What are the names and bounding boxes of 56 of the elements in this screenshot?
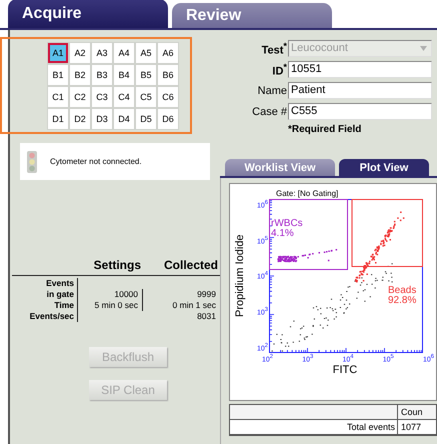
input-field[interactable]: 10551 (288, 61, 432, 78)
field-label: Test$^{*}$ (260, 40, 288, 56)
table-cell: 5 min 0 sec (78, 300, 143, 311)
well-button[interactable]: C4 (114, 86, 134, 106)
table-cell-text: 0 min 1 sec (172, 300, 217, 311)
well-button[interactable]: A6 (158, 42, 178, 62)
well-button[interactable]: B6 (158, 64, 178, 84)
field-label: ID$^{*}$ (271, 62, 288, 78)
well-button[interactable]: C2 (70, 86, 90, 106)
well-button[interactable]: A4 (114, 42, 134, 62)
well-button[interactable]: B4 (114, 64, 134, 84)
tab[interactable]: Acquire (8, 0, 168, 28)
well-button[interactable]: D5 (136, 108, 156, 128)
well-button[interactable]: D6 (158, 108, 178, 128)
status-message: Cytometer not connected. (50, 157, 142, 166)
well-button[interactable]: C1 (48, 86, 68, 106)
field-label: Name (256, 84, 288, 96)
tab[interactable]: Plot View (339, 159, 429, 176)
required-note: *Required Field (287, 124, 362, 135)
row-label: Time (10, 300, 78, 311)
row-label: Events in gate (10, 278, 78, 300)
well-button[interactable]: C5 (136, 86, 156, 106)
tab[interactable]: Review (172, 3, 332, 28)
traffic-light-icon (26, 150, 38, 172)
well-button[interactable]: B2 (70, 64, 90, 84)
well-button[interactable]: C3 (92, 86, 112, 106)
well-button[interactable]: D2 (70, 108, 90, 128)
well-button[interactable]: B3 (92, 64, 112, 84)
column-header: Collected (162, 258, 219, 272)
row-label: Events/sec (10, 311, 78, 322)
input-field[interactable]: Patient (288, 82, 432, 99)
gate-title: Gate: [No Gating] (275, 189, 340, 198)
well-button[interactable]: B1 (48, 64, 68, 84)
well-button[interactable]: D4 (114, 108, 134, 128)
column-header: Coun (400, 406, 424, 419)
well-button[interactable]: B5 (136, 64, 156, 84)
table-cell-text: 1077 (400, 421, 422, 434)
axis-title: FITC (332, 364, 358, 376)
column-header: Settings (92, 258, 142, 272)
well-button[interactable]: A5 (136, 42, 156, 62)
table-cell: 10000 (78, 289, 143, 300)
well-button[interactable]: A3 (92, 42, 112, 62)
gate-label: Beads 92.8% (388, 286, 416, 306)
field-label: Case # (251, 106, 288, 118)
dropdown-arrow-icon (420, 46, 427, 51)
well-button[interactable]: D3 (92, 108, 112, 128)
well-button[interactable]: A1 (48, 42, 68, 62)
axis-title: Propidium Iodide (234, 234, 247, 320)
well-button[interactable]: D1 (48, 108, 68, 128)
well-button[interactable]: A2 (70, 42, 90, 62)
gate-label: rWBCs 4.1% (271, 219, 303, 239)
table-cell-text: 9999 (196, 289, 217, 300)
table-cell-text: 8031 (196, 311, 217, 322)
table-cell: Total events (230, 420, 398, 434)
input-field[interactable]: C555 (288, 103, 432, 120)
well-button[interactable]: C6 (158, 86, 178, 106)
